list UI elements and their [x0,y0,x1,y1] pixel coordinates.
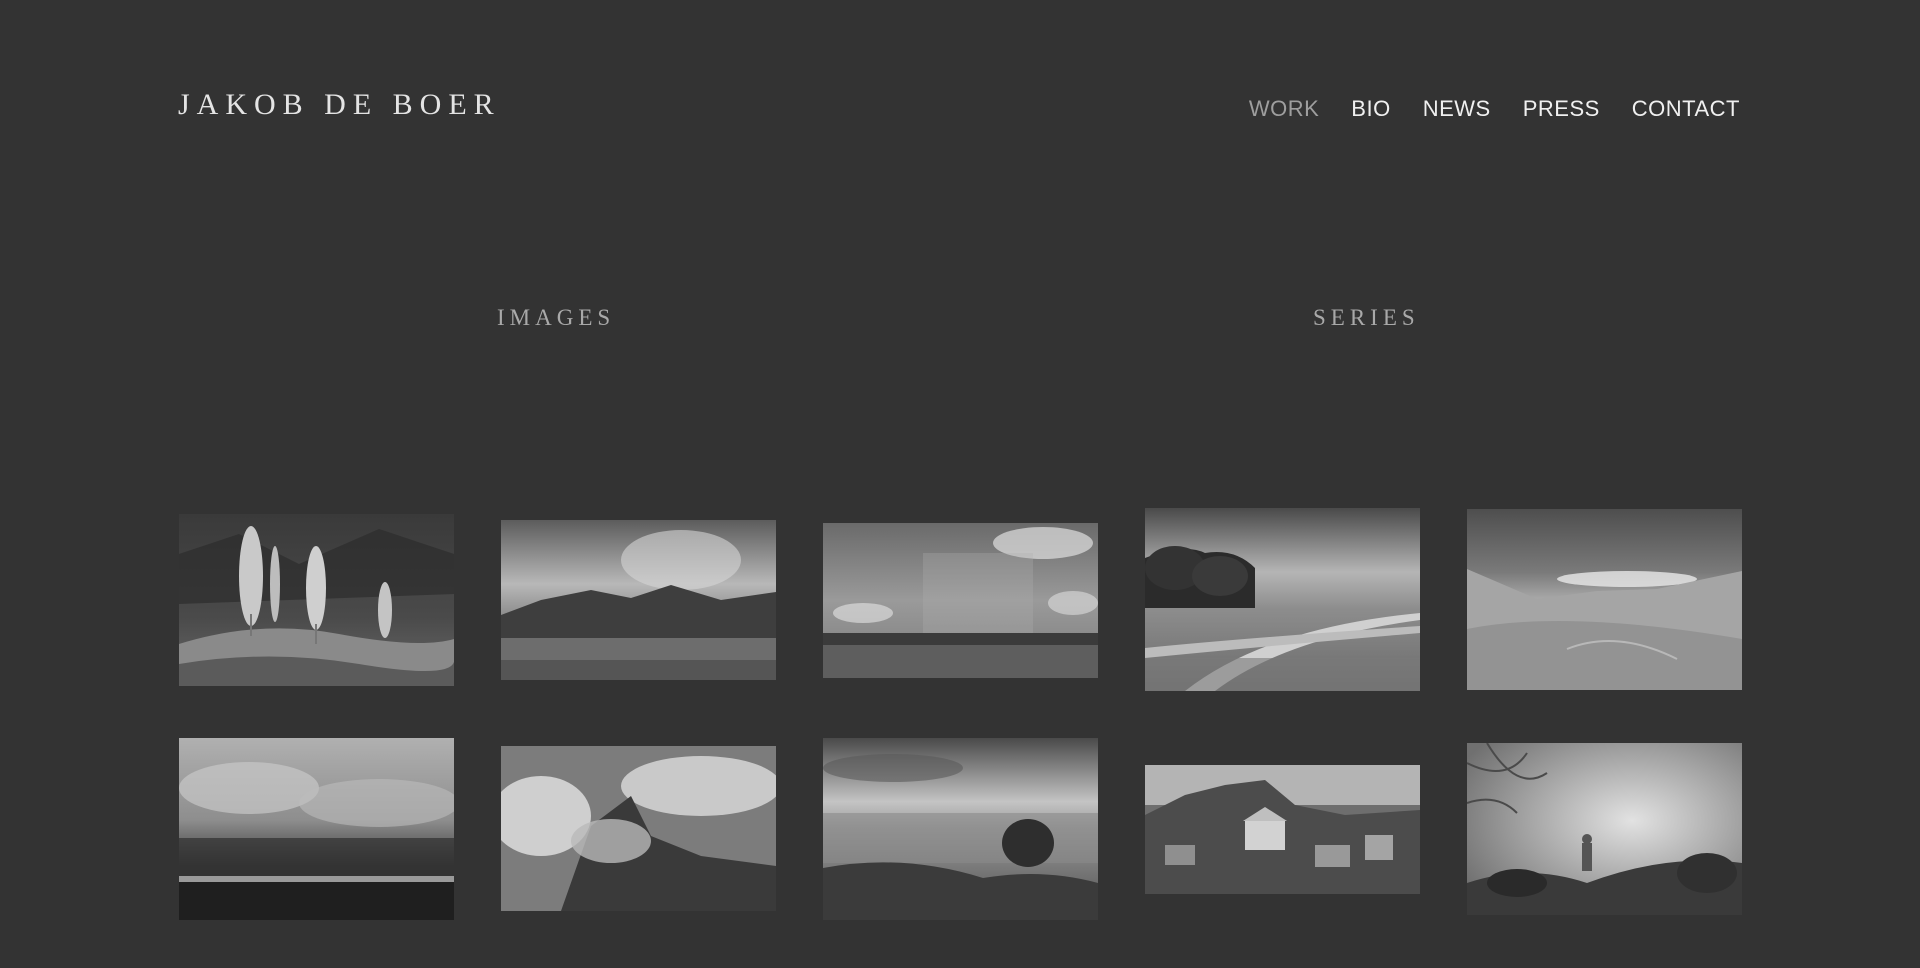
gallery-thumb-snow-valley[interactable] [1467,509,1742,690]
gallery-thumb-foggy-figure[interactable] [1467,743,1742,915]
trees-road-photo [1145,508,1420,691]
snow-valley-photo [1467,509,1742,690]
foggy-figure-photo [1467,743,1742,915]
nav-item-bio[interactable]: BIO [1351,96,1390,122]
main-nav: WORK BIO NEWS PRESS CONTACT [1249,96,1740,122]
nav-item-press[interactable]: PRESS [1523,96,1600,122]
hill-village-photo [1145,765,1420,894]
images-section-link[interactable]: IMAGES [497,305,615,331]
poplar-trees-photo [179,514,454,686]
gallery-thumb-trees-road[interactable] [1145,508,1420,691]
misty-lake-photo [179,738,454,920]
gallery-thumb-rain-plateau[interactable] [823,523,1098,678]
field-tree-photo [823,738,1098,920]
nav-item-work[interactable]: WORK [1249,96,1319,122]
gallery-thumb-hill-village[interactable] [1145,765,1420,894]
gallery-thumb-misty-lake[interactable] [179,738,454,920]
gallery-thumb-storm-mountains[interactable] [501,520,776,680]
rain-plateau-photo [823,523,1098,678]
storm-mountains-photo [501,520,776,680]
nav-item-contact[interactable]: CONTACT [1632,96,1740,122]
cloud-peak-photo [501,746,776,911]
gallery-thumb-poplar-trees[interactable] [179,514,454,686]
nav-item-news[interactable]: NEWS [1423,96,1491,122]
gallery-thumb-cloud-peak[interactable] [501,746,776,911]
site-title[interactable]: JAKOB DE BOER [178,88,501,122]
series-section-link[interactable]: SERIES [1313,305,1420,331]
gallery-thumb-field-tree[interactable] [823,738,1098,920]
